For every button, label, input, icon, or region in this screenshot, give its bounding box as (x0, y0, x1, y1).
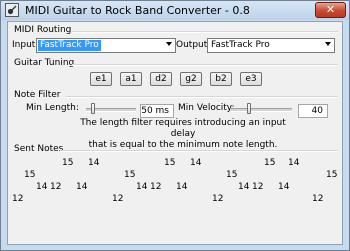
sent-note: 14 (288, 158, 300, 168)
tuning-button-a1[interactable]: a1 (120, 72, 142, 86)
close-icon: ✕ (325, 3, 336, 16)
sent-note: 14 (136, 182, 148, 192)
min-velocity-field[interactable]: 40 (298, 104, 328, 118)
length-filter-hint: The length filter requires introducing a… (68, 118, 298, 151)
sent-note: 15 (164, 158, 176, 168)
min-velocity-slider-thumb[interactable] (247, 103, 252, 114)
output-label: Output: (176, 40, 211, 50)
min-length-slider-thumb[interactable] (90, 103, 95, 114)
chevron-down-icon (325, 42, 331, 46)
sent-note: 12 (252, 182, 264, 192)
output-select[interactable]: FastTrack Pro (207, 38, 335, 53)
sent-note: 15 (326, 170, 338, 180)
sent-notes-divider (60, 150, 338, 152)
title-bar[interactable]: MIDI Guitar to Rock Band Converter - 0.8… (1, 1, 349, 20)
min-velocity-label: Min Velocity: (178, 103, 235, 113)
routing-section-title: MIDI Routing (14, 25, 72, 35)
input-select[interactable]: FastTrack Pro (36, 38, 176, 53)
tuning-section-title: Guitar Tuning (14, 58, 75, 68)
close-button[interactable]: ✕ (315, 2, 346, 18)
sent-note: 14 (190, 158, 202, 168)
tuning-button-g2[interactable]: g2 (180, 72, 202, 86)
tuning-button-b2[interactable]: b2 (210, 72, 232, 86)
main-panel: MIDI Routing Input: FastTrack Pro Output… (7, 21, 343, 245)
sent-note: 14 (76, 182, 88, 192)
sent-note: 12 (212, 194, 224, 204)
sent-note: 14 (88, 158, 100, 168)
note-filter-divider (66, 96, 338, 98)
note-filter-section-title: Note Filter (14, 90, 61, 100)
output-select-value: FastTrack Pro (211, 40, 270, 50)
sent-note: 12 (12, 194, 24, 204)
tuning-button-d2[interactable]: d2 (150, 72, 172, 86)
tuning-button-e1[interactable]: e1 (90, 72, 112, 86)
min-length-label: Min Length: (26, 103, 79, 113)
sent-note: 15 (124, 170, 136, 180)
sent-note: 12 (150, 182, 162, 192)
sent-note: 12 (112, 194, 124, 204)
sent-note: 15 (24, 170, 36, 180)
chevron-down-icon (166, 42, 172, 46)
tuning-button-e3[interactable]: e3 (240, 72, 262, 86)
input-select-value: FastTrack Pro (38, 40, 101, 51)
sent-note: 12 (312, 194, 324, 204)
sent-note: 14 (278, 182, 290, 192)
sent-note: 14 (36, 182, 48, 192)
sent-note: 15 (226, 170, 238, 180)
length-filter-hint-line1: The length filter requires introducing a… (80, 118, 286, 139)
tuning-divider (72, 64, 338, 66)
app-window: MIDI Guitar to Rock Band Converter - 0.8… (0, 0, 350, 251)
sent-note: 12 (50, 182, 62, 192)
routing-divider (72, 31, 338, 33)
sent-note: 14 (238, 182, 250, 192)
window-title: MIDI Guitar to Rock Band Converter - 0.8 (25, 4, 250, 17)
min-velocity-slider[interactable] (230, 108, 292, 112)
sent-note: 15 (62, 158, 74, 168)
sent-notes-section-title: Sent Notes (14, 144, 64, 154)
sent-note: 14 (176, 182, 188, 192)
guitar-icon (5, 3, 19, 17)
min-length-field[interactable]: 50 ms (140, 104, 174, 118)
input-label: Input: (12, 40, 39, 50)
sent-note: 15 (264, 158, 276, 168)
